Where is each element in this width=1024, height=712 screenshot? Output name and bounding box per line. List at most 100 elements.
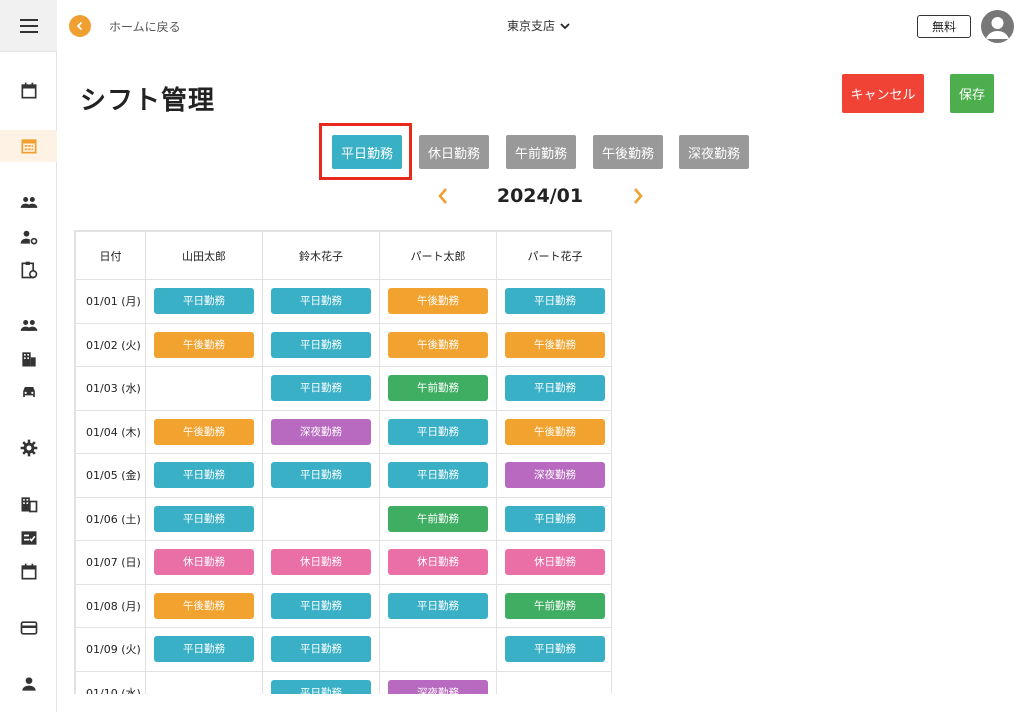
shift-cell[interactable] — [262, 496, 380, 541]
shift-chip[interactable]: 午後勤務 — [154, 592, 254, 619]
shift-chip[interactable]: 平日勤務 — [388, 592, 488, 619]
shift-chip[interactable]: 平日勤務 — [505, 375, 605, 402]
shift-cell[interactable]: 休日勤務 — [379, 540, 497, 585]
shift-cell[interactable]: 平日勤務 — [496, 496, 611, 541]
shift-cell[interactable]: 平日勤務 — [262, 583, 380, 628]
shift-cell[interactable]: 平日勤務 — [379, 409, 497, 454]
shift-cell[interactable] — [496, 670, 611, 694]
sidebar-item-settings[interactable] — [0, 432, 57, 464]
shift-cell[interactable]: 休日勤務 — [262, 540, 380, 585]
shift-chip[interactable]: 午後勤務 — [505, 418, 605, 445]
shift-chip[interactable]: 平日勤務 — [271, 375, 371, 402]
shift-type-holiday[interactable]: 休日勤務 — [419, 135, 489, 169]
shift-type-afternoon[interactable]: 午後勤務 — [593, 135, 663, 169]
shift-chip[interactable]: 午前勤務 — [388, 375, 488, 402]
sidebar-item-company[interactable] — [0, 488, 57, 520]
shift-chip[interactable]: 平日勤務 — [271, 462, 371, 489]
shift-cell[interactable]: 午後勤務 — [496, 322, 611, 367]
prev-month-button[interactable] — [431, 183, 455, 209]
shift-chip[interactable]: 平日勤務 — [505, 288, 605, 315]
shift-chip[interactable]: 平日勤務 — [271, 636, 371, 663]
shift-cell[interactable]: 休日勤務 — [496, 540, 611, 585]
shift-chip[interactable]: 平日勤務 — [154, 288, 254, 315]
shift-cell[interactable]: 平日勤務 — [496, 366, 611, 411]
shift-cell[interactable]: 平日勤務 — [145, 279, 263, 324]
shift-cell[interactable]: 午前勤務 — [496, 583, 611, 628]
shift-cell[interactable]: 平日勤務 — [379, 583, 497, 628]
shift-cell[interactable]: 午後勤務 — [145, 322, 263, 367]
shift-chip[interactable]: 深夜勤務 — [271, 418, 371, 445]
shift-chip[interactable]: 平日勤務 — [505, 636, 605, 663]
avatar[interactable] — [981, 10, 1014, 43]
shift-chip[interactable]: 深夜勤務 — [505, 462, 605, 489]
shift-table-container[interactable]: 日付 山田太郎 鈴木花子 パート太郎 パート花子 01/01 (月) 平日勤務 平日… — [74, 230, 612, 694]
shift-chip[interactable]: 平日勤務 — [271, 331, 371, 358]
shift-cell[interactable]: 平日勤務 — [262, 627, 380, 672]
shift-chip[interactable]: 平日勤務 — [505, 505, 605, 532]
shift-cell[interactable] — [145, 366, 263, 411]
shift-cell[interactable]: 午後勤務 — [379, 279, 497, 324]
shift-cell[interactable]: 午後勤務 — [379, 322, 497, 367]
shift-type-morning[interactable]: 午前勤務 — [506, 135, 576, 169]
sidebar-item-schedule[interactable] — [0, 556, 57, 588]
shift-type-night[interactable]: 深夜勤務 — [679, 135, 749, 169]
shift-chip[interactable]: 平日勤務 — [271, 288, 371, 315]
shift-chip[interactable]: 休日勤務 — [505, 549, 605, 576]
plan-badge[interactable]: 無料 — [917, 15, 971, 38]
shift-cell[interactable]: 平日勤務 — [496, 627, 611, 672]
back-link[interactable]: ホームに戻る — [109, 18, 181, 35]
shift-chip[interactable]: 午前勤務 — [388, 505, 488, 532]
cancel-button[interactable]: キャンセル — [842, 74, 924, 113]
menu-button[interactable] — [0, 0, 57, 52]
shift-chip[interactable]: 午前勤務 — [505, 592, 605, 619]
shift-cell[interactable]: 平日勤務 — [145, 496, 263, 541]
shift-cell[interactable]: 深夜勤務 — [262, 409, 380, 454]
sidebar-item-vehicles[interactable] — [0, 376, 57, 408]
shift-cell[interactable]: 平日勤務 — [262, 670, 380, 694]
shift-chip[interactable]: 平日勤務 — [271, 679, 371, 694]
shift-cell[interactable]: 深夜勤務 — [379, 670, 497, 694]
sidebar-item-shift[interactable] — [0, 130, 57, 162]
shift-cell[interactable]: 深夜勤務 — [496, 453, 611, 498]
shift-chip[interactable]: 午後勤務 — [505, 331, 605, 358]
shift-chip[interactable]: 休日勤務 — [388, 549, 488, 576]
shift-cell[interactable]: 平日勤務 — [262, 322, 380, 367]
shift-chip[interactable]: 午後勤務 — [388, 288, 488, 315]
branch-selector[interactable]: 東京支店 — [507, 17, 571, 34]
back-button[interactable] — [69, 15, 91, 37]
sidebar-item-account[interactable] — [0, 668, 57, 700]
shift-cell[interactable]: 午後勤務 — [145, 409, 263, 454]
next-month-button[interactable] — [626, 183, 650, 209]
shift-cell[interactable]: 平日勤務 — [262, 279, 380, 324]
shift-cell[interactable]: 平日勤務 — [379, 453, 497, 498]
shift-cell[interactable] — [145, 670, 263, 694]
save-button[interactable]: 保存 — [950, 74, 994, 113]
shift-cell[interactable] — [379, 627, 497, 672]
shift-cell[interactable]: 午後勤務 — [145, 583, 263, 628]
shift-cell[interactable]: 午前勤務 — [379, 496, 497, 541]
shift-chip[interactable]: 平日勤務 — [154, 462, 254, 489]
shift-chip[interactable]: 深夜勤務 — [388, 679, 488, 694]
sidebar-item-groups[interactable] — [0, 309, 57, 341]
sidebar-item-staff-settings[interactable] — [0, 221, 57, 253]
shift-chip[interactable]: 午後勤務 — [388, 331, 488, 358]
shift-cell[interactable]: 平日勤務 — [145, 453, 263, 498]
shift-chip[interactable]: 平日勤務 — [154, 636, 254, 663]
shift-cell[interactable]: 平日勤務 — [496, 279, 611, 324]
shift-chip[interactable]: 平日勤務 — [271, 592, 371, 619]
shift-chip[interactable]: 平日勤務 — [388, 418, 488, 445]
shift-chip[interactable]: 休日勤務 — [154, 549, 254, 576]
shift-cell[interactable]: 平日勤務 — [145, 627, 263, 672]
shift-cell[interactable]: 平日勤務 — [262, 453, 380, 498]
shift-cell[interactable]: 午後勤務 — [496, 409, 611, 454]
sidebar-item-attendance[interactable] — [0, 254, 57, 286]
sidebar-item-branches[interactable] — [0, 343, 57, 375]
sidebar-item-checklist[interactable] — [0, 522, 57, 554]
sidebar-item-staff[interactable] — [0, 186, 57, 218]
shift-cell[interactable]: 平日勤務 — [262, 366, 380, 411]
sidebar-item-billing[interactable] — [0, 612, 57, 644]
shift-cell[interactable]: 休日勤務 — [145, 540, 263, 585]
shift-chip[interactable]: 平日勤務 — [388, 462, 488, 489]
shift-chip[interactable]: 午後勤務 — [154, 418, 254, 445]
shift-chip[interactable]: 午後勤務 — [154, 331, 254, 358]
